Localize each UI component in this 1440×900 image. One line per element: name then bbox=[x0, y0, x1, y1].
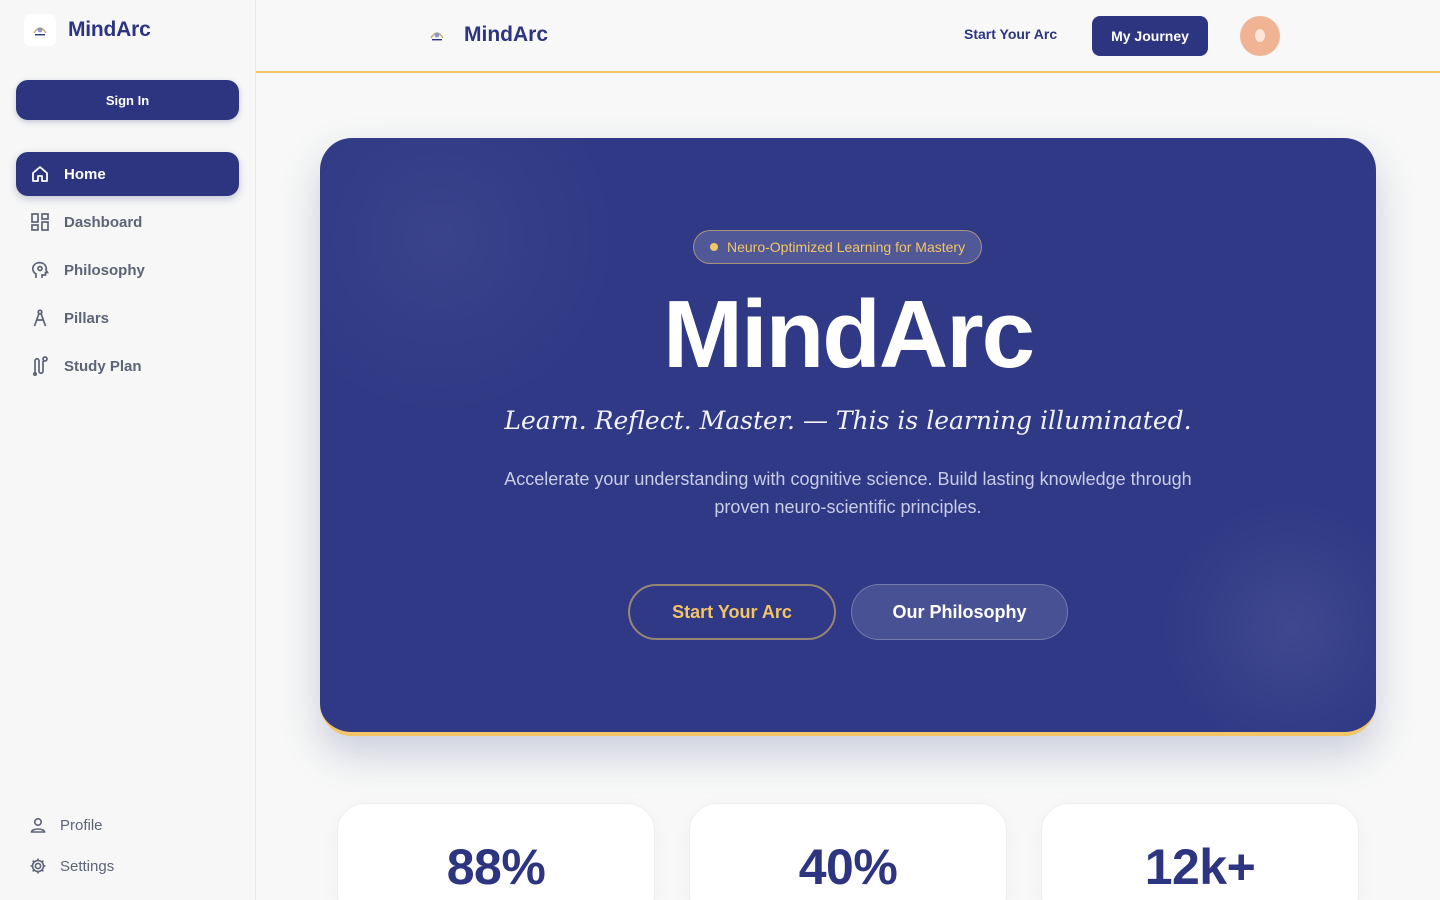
brand-name: MindArc bbox=[464, 23, 548, 46]
sidebar: MindArc Sign In Home Dashboard Philosoph… bbox=[0, 0, 256, 900]
sidebar-bottom-nav: Profile Settings bbox=[28, 812, 114, 894]
start-your-arc-link[interactable]: Start Your Arc bbox=[964, 26, 1057, 42]
sidebar-item-home[interactable]: Home bbox=[16, 152, 239, 196]
sidebar-item-label: Study Plan bbox=[64, 357, 142, 375]
sidebar-item-label: Home bbox=[64, 165, 106, 183]
sidebar-item-label: Philosophy bbox=[64, 261, 145, 279]
sidebar-nav: Home Dashboard Philosophy Pillars Study … bbox=[16, 152, 239, 392]
badge-dot-icon bbox=[710, 243, 718, 251]
header-brand[interactable]: MindArc bbox=[422, 20, 548, 50]
route-icon bbox=[30, 356, 50, 376]
hero-section: Neuro-Optimized Learning for Mastery Min… bbox=[320, 138, 1376, 736]
stat-value: 88% bbox=[446, 839, 546, 895]
my-journey-button[interactable]: My Journey bbox=[1092, 16, 1208, 56]
hero-title: MindArc bbox=[663, 281, 1035, 388]
home-icon bbox=[30, 164, 50, 184]
our-philosophy-button[interactable]: Our Philosophy bbox=[851, 584, 1068, 640]
brain-head-icon bbox=[30, 260, 50, 280]
stat-card: 12k+ bbox=[1041, 803, 1359, 900]
user-icon bbox=[28, 815, 48, 835]
stat-value: 40% bbox=[798, 839, 898, 895]
sidebar-item-label: Pillars bbox=[64, 309, 110, 327]
badge-text: Neuro-Optimized Learning for Mastery bbox=[727, 239, 966, 255]
stat-card: 88% bbox=[337, 803, 655, 900]
sidebar-item-settings[interactable]: Settings bbox=[28, 853, 114, 879]
sidebar-item-study-plan[interactable]: Study Plan bbox=[16, 344, 239, 388]
top-navigation-bar: MindArc Start Your Arc My Journey bbox=[256, 0, 1440, 73]
avatar-icon bbox=[1255, 28, 1265, 42]
sidebar-item-philosophy[interactable]: Philosophy bbox=[16, 248, 239, 292]
hero-description: Accelerate your understanding with cogni… bbox=[504, 469, 1192, 517]
hero-badge: Neuro-Optimized Learning for Mastery bbox=[693, 230, 983, 264]
stat-card: 40% bbox=[689, 803, 1007, 900]
logo-icon bbox=[422, 20, 452, 50]
start-your-arc-button[interactable]: Start Your Arc bbox=[628, 584, 836, 640]
hero-tagline: Learn. Reflect. Master. — This is learni… bbox=[504, 406, 1192, 435]
sidebar-item-label: Settings bbox=[60, 857, 115, 875]
dashboard-icon bbox=[30, 212, 50, 232]
avatar[interactable] bbox=[1240, 16, 1280, 56]
sign-in-button[interactable]: Sign In bbox=[16, 80, 239, 120]
sidebar-item-pillars[interactable]: Pillars bbox=[16, 296, 239, 340]
logo-icon bbox=[24, 14, 56, 46]
sidebar-brand[interactable]: MindArc bbox=[24, 14, 151, 46]
brand-name: MindArc bbox=[68, 18, 151, 41]
gear-icon bbox=[28, 856, 48, 876]
sidebar-item-profile[interactable]: Profile bbox=[28, 812, 114, 838]
stat-value: 12k+ bbox=[1144, 839, 1256, 895]
compass-icon bbox=[30, 308, 50, 328]
sidebar-item-label: Profile bbox=[60, 816, 103, 834]
sidebar-item-dashboard[interactable]: Dashboard bbox=[16, 200, 239, 244]
sidebar-item-label: Dashboard bbox=[64, 213, 143, 231]
